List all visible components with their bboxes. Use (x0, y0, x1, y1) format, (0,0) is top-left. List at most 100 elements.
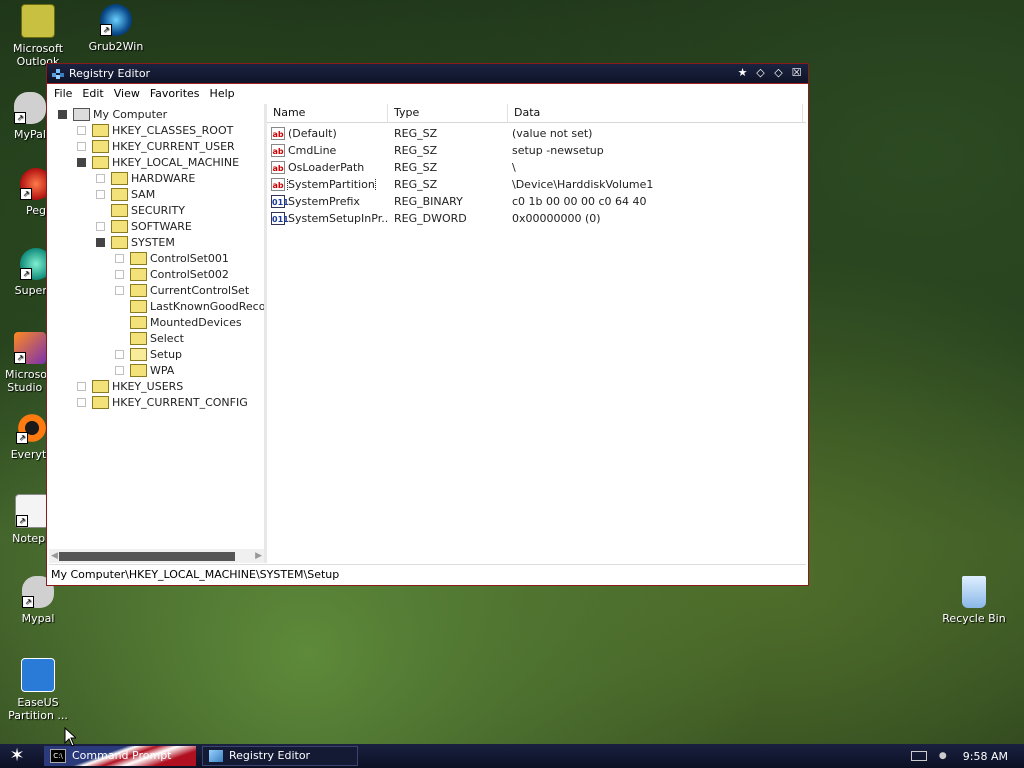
scroll-left-icon[interactable]: ◀ (51, 551, 58, 561)
tree-node[interactable]: Select (49, 330, 264, 346)
expand-icon[interactable] (96, 222, 105, 231)
tree-node[interactable]: WPA (49, 362, 264, 378)
notepad-icon: ↗ (15, 494, 49, 528)
collapse-icon[interactable] (96, 238, 105, 247)
menu-edit[interactable]: Edit (77, 87, 108, 100)
desktop-icon-recycle-bin[interactable]: Recycle Bin (936, 576, 1012, 625)
expand-icon[interactable] (77, 126, 86, 135)
folder-icon (130, 284, 147, 297)
regedit-icon (51, 67, 65, 81)
value-name: CmdLine (288, 144, 337, 157)
menu-favorites[interactable]: Favorites (145, 87, 205, 100)
scroll-right-icon[interactable]: ▶ (255, 551, 262, 561)
registry-tree-pane[interactable]: My Computer HKEY_CLASSES_ROOT HKEY_CURRENT… (49, 104, 267, 563)
tree-node[interactable]: HARDWARE (49, 170, 264, 186)
tree-node[interactable]: CurrentControlSet (49, 282, 264, 298)
tree-node[interactable]: HKEY_USERS (49, 378, 264, 394)
value-name: OsLoaderPath (288, 161, 365, 174)
taskbar: ✶ C:\ Command Prompt Registry Editor ● 9… (0, 744, 1024, 768)
minimize-button[interactable]: ◇ (753, 66, 768, 80)
value-name-cell: ab SystemPartition (267, 178, 388, 191)
shortcut-arrow-icon: ↗ (16, 515, 28, 527)
expand-icon[interactable] (77, 142, 86, 151)
tree-node[interactable]: HKEY_CURRENT_CONFIG (49, 394, 264, 410)
menu-help[interactable]: Help (205, 87, 240, 100)
expand-icon[interactable] (77, 398, 86, 407)
tree-node[interactable]: HKEY_LOCAL_MACHINE (49, 154, 264, 170)
string-value-icon: ab (271, 161, 285, 174)
tree-horizontal-scrollbar[interactable]: ◀ ▶ (49, 549, 264, 563)
tree-node[interactable]: SAM (49, 186, 264, 202)
binary-value-icon: 011 (271, 212, 289, 225)
tree-node[interactable]: SECURITY (49, 202, 264, 218)
value-row[interactable]: ab (Default) REG_SZ (value not set) (267, 125, 806, 142)
value-name-cell: ab OsLoaderPath (267, 161, 388, 174)
registry-editor-window[interactable]: Registry Editor ★ ◇ ◇ ☒ File Edit View F… (46, 63, 809, 586)
tree-node[interactable]: ControlSet001 (49, 250, 264, 266)
expand-icon[interactable] (115, 270, 124, 279)
value-row[interactable]: ab OsLoaderPath REG_SZ \ (267, 159, 806, 176)
menu-view[interactable]: View (109, 87, 145, 100)
taskbar-button-label: Command Prompt (72, 749, 172, 762)
shortcut-arrow-icon: ↗ (100, 24, 112, 36)
column-header-name[interactable]: Name (267, 104, 388, 122)
expand-icon[interactable] (115, 366, 124, 375)
maximize-button[interactable]: ◇ (771, 66, 786, 80)
tree-node-label: LastKnownGoodRecove (150, 299, 267, 313)
menu-file[interactable]: File (49, 87, 77, 100)
tree-node[interactable]: HKEY_CURRENT_USER (49, 138, 264, 154)
tree-node[interactable]: LastKnownGoodRecove (49, 298, 264, 314)
taskbar-button-command-prompt[interactable]: C:\ Command Prompt (44, 746, 196, 766)
easeus-icon (21, 658, 55, 692)
expand-icon[interactable] (96, 190, 105, 199)
tree-node[interactable]: HKEY_CLASSES_ROOT (49, 122, 264, 138)
taskbar-clock[interactable]: 9:58 AM (963, 750, 1008, 763)
tree-node-label: HKEY_CLASSES_ROOT (112, 123, 234, 137)
value-row[interactable]: ab SystemPartition REG_SZ \Device\HarddiskV… (267, 176, 806, 193)
tree-node[interactable]: SYSTEM (49, 234, 264, 250)
taskbar-button-registry-editor[interactable]: Registry Editor (202, 746, 358, 766)
tree-node[interactable]: MountedDevices (49, 314, 264, 330)
value-row[interactable]: 011 SystemPrefix REG_BINARY c0 1b 00 00 00 … (267, 193, 806, 210)
tree-node-label: My Computer (93, 107, 168, 121)
desktop-icon-easeus[interactable]: EaseUS Partition ... (0, 658, 76, 722)
expand-icon[interactable] (96, 174, 105, 183)
collapse-icon[interactable] (58, 110, 67, 119)
scrollbar-thumb[interactable] (59, 552, 235, 561)
tray-indicator-icon[interactable]: ● (939, 751, 947, 761)
shortcut-arrow-icon: ↗ (14, 112, 26, 124)
folder-open-icon (130, 348, 147, 361)
value-type: REG_DWORD (394, 212, 467, 225)
menu-bar: File Edit View Favorites Help (47, 84, 808, 102)
value-row[interactable]: ab CmdLine REG_SZ setup -newsetup (267, 142, 806, 159)
tree-node[interactable]: Setup (49, 346, 264, 362)
values-list-pane[interactable]: Name Type Data ab (Default) REG_SZ (value n… (267, 104, 806, 563)
folder-icon (92, 124, 109, 137)
close-button[interactable]: ☒ (789, 66, 804, 80)
tree-node[interactable]: My Computer (49, 106, 264, 122)
tree-node[interactable]: SOFTWARE (49, 218, 264, 234)
desktop-icon-grub2win[interactable]: ↗ Grub2Win (78, 4, 154, 53)
desktop-icon-outlook[interactable]: Microsoft Outlook (0, 4, 76, 68)
start-button[interactable]: ✶ (6, 746, 28, 766)
folder-icon (130, 364, 147, 377)
expand-icon[interactable] (115, 286, 124, 295)
collapse-icon[interactable] (77, 158, 86, 167)
keyboard-icon[interactable] (910, 751, 927, 761)
value-row[interactable]: 011 SystemSetupInPr... REG_DWORD 0x00000000… (267, 210, 806, 227)
regedit-icon (209, 750, 223, 762)
star-icon[interactable]: ★ (735, 66, 750, 80)
folder-icon (130, 300, 147, 313)
expand-icon[interactable] (77, 382, 86, 391)
window-titlebar[interactable]: Registry Editor ★ ◇ ◇ ☒ (47, 64, 808, 84)
system-tray: ● 9:58 AM (910, 744, 1024, 768)
tree-node[interactable]: ControlSet002 (49, 266, 264, 282)
column-header-data[interactable]: Data (508, 104, 803, 122)
column-header-type[interactable]: Type (388, 104, 508, 122)
window-title: Registry Editor (69, 67, 151, 80)
expand-icon[interactable] (115, 254, 124, 263)
taskbar-button-label: Registry Editor (229, 749, 311, 762)
computer-icon (73, 108, 90, 121)
string-value-icon: ab (271, 144, 285, 157)
expand-icon[interactable] (115, 350, 124, 359)
